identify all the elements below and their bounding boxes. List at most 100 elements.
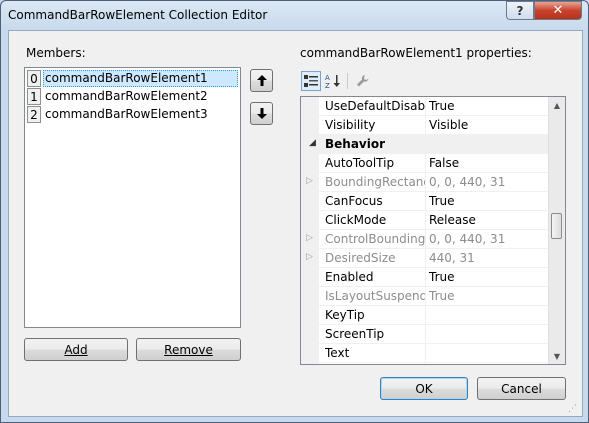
- property-name: Enabled: [325, 268, 426, 287]
- arrow-up-icon: [256, 75, 267, 86]
- triangle-down-icon: ▼: [553, 351, 561, 361]
- remove-button-label: Remove: [164, 342, 213, 357]
- property-row[interactable]: Text: [301, 344, 548, 363]
- property-pages-icon: [357, 75, 369, 87]
- property-value[interactable]: True: [429, 97, 455, 116]
- ok-button-label: OK: [415, 381, 433, 396]
- row-gutter: [301, 192, 319, 211]
- property-value[interactable]: 440, 31: [429, 249, 475, 268]
- collapse-triangle-icon[interactable]: ◢: [309, 138, 316, 148]
- move-up-button[interactable]: [250, 69, 273, 92]
- property-row[interactable]: ScreenTip: [301, 325, 548, 344]
- categorized-icon: [304, 75, 318, 87]
- toolbar-separator: [347, 73, 348, 89]
- remove-button[interactable]: Remove: [136, 338, 241, 361]
- property-value[interactable]: 0, 0, 440, 31: [429, 173, 505, 192]
- property-row[interactable]: ▷ ControlBoundingRectangle0, 0, 440, 31: [301, 230, 548, 249]
- member-index: 1: [27, 88, 41, 105]
- resize-grip-icon[interactable]: ⋰: [568, 404, 577, 414]
- cancel-button-label: Cancel: [501, 381, 542, 396]
- property-value[interactable]: Horizontal: [429, 363, 490, 364]
- property-category[interactable]: ◢ Behavior: [301, 135, 548, 154]
- property-name: AutoToolTip: [325, 154, 426, 173]
- property-name: Text: [325, 344, 426, 363]
- add-button-label: Add: [64, 342, 88, 357]
- move-down-button[interactable]: [250, 102, 273, 125]
- property-row[interactable]: KeyTip: [301, 306, 548, 325]
- member-name: commandBarRowElement3: [45, 107, 208, 121]
- alphabetical-button[interactable]: A Z: [323, 71, 343, 91]
- row-gutter: [301, 363, 319, 364]
- list-item[interactable]: 2 commandBarRowElement3: [27, 106, 209, 123]
- property-row[interactable]: ▷ BoundingRectangle0, 0, 440, 31: [301, 173, 548, 192]
- member-index: 0: [27, 70, 41, 87]
- property-value[interactable]: True: [429, 192, 455, 211]
- alphabetical-icon: A Z: [325, 74, 340, 88]
- property-row[interactable]: Enabled True: [301, 268, 548, 287]
- triangle-up-icon: ▲: [553, 100, 561, 110]
- property-row[interactable]: ClickMode Release: [301, 211, 548, 230]
- help-icon: ?: [516, 3, 524, 18]
- scroll-thumb[interactable]: [551, 213, 562, 239]
- property-grid[interactable]: UseDefaultDisabledPaintTrueVisibilityVis…: [300, 96, 566, 365]
- expand-triangle-icon[interactable]: ▷: [306, 176, 313, 186]
- svg-text:A: A: [325, 74, 330, 82]
- property-value[interactable]: Release: [429, 211, 476, 230]
- expand-triangle-icon[interactable]: ▷: [306, 233, 313, 243]
- property-name: TextOrientation: [325, 363, 426, 364]
- row-gutter: [301, 154, 319, 173]
- ok-button[interactable]: OK: [380, 377, 468, 400]
- property-row[interactable]: Visibility Visible: [301, 116, 548, 135]
- member-index: 2: [27, 106, 41, 123]
- close-icon: ✕: [552, 3, 564, 18]
- row-gutter: [301, 211, 319, 230]
- window-title: CommandBarRowElement Collection Editor: [8, 8, 268, 22]
- property-name: UseDefaultDisabledPaint: [325, 97, 426, 116]
- svg-text:Z: Z: [325, 82, 330, 88]
- property-name: DesiredSize: [325, 249, 426, 268]
- close-button[interactable]: ✕: [534, 1, 582, 20]
- property-value[interactable]: True: [429, 268, 455, 287]
- row-gutter: [301, 306, 319, 325]
- property-grid-scrollbar[interactable]: ▲ ▼: [548, 97, 565, 364]
- property-name: IsLayoutSuspended: [325, 287, 426, 306]
- properties-label: commandBarRowElement1 properties:: [300, 46, 532, 60]
- row-gutter: [301, 287, 319, 306]
- cancel-button[interactable]: Cancel: [477, 377, 566, 400]
- property-row[interactable]: TextOrientationHorizontal: [301, 363, 548, 364]
- row-gutter: [301, 116, 319, 135]
- scroll-down-button[interactable]: ▼: [549, 348, 565, 364]
- add-button[interactable]: Add: [24, 338, 128, 361]
- expand-triangle-icon[interactable]: ▷: [306, 252, 313, 262]
- property-value[interactable]: Visible: [429, 116, 468, 135]
- property-name: BoundingRectangle: [325, 173, 426, 192]
- row-gutter: [301, 97, 319, 116]
- property-name: Behavior: [325, 137, 386, 151]
- help-button[interactable]: ?: [506, 1, 534, 20]
- property-row[interactable]: IsLayoutSuspendedTrue: [301, 287, 548, 306]
- property-name: ClickMode: [325, 211, 426, 230]
- member-name: commandBarRowElement2: [45, 89, 208, 103]
- property-value[interactable]: 0, 0, 440, 31: [429, 230, 505, 249]
- property-row[interactable]: AutoToolTip False: [301, 154, 548, 173]
- scroll-up-button[interactable]: ▲: [549, 97, 565, 113]
- property-value[interactable]: True: [429, 287, 455, 306]
- property-name: Visibility: [325, 116, 426, 135]
- list-item[interactable]: 0 commandBarRowElement1: [27, 70, 238, 87]
- property-name: ControlBoundingRectangle: [325, 230, 426, 249]
- property-row[interactable]: ▷ DesiredSize 440, 31: [301, 249, 548, 268]
- property-name: CanFocus: [325, 192, 426, 211]
- member-name: commandBarRowElement1: [43, 70, 238, 87]
- property-row[interactable]: CanFocus True: [301, 192, 548, 211]
- members-list[interactable]: 0 commandBarRowElement1 1 commandBarRowElem…: [24, 67, 241, 328]
- property-name: ScreenTip: [325, 325, 426, 344]
- members-label: Members:: [26, 46, 86, 60]
- row-gutter: [301, 268, 319, 287]
- property-value[interactable]: False: [429, 154, 459, 173]
- arrow-down-icon: [256, 108, 267, 119]
- property-row[interactable]: UseDefaultDisabledPaintTrue: [301, 97, 548, 116]
- categorized-button[interactable]: [301, 71, 321, 91]
- list-item[interactable]: 1 commandBarRowElement2: [27, 88, 209, 105]
- property-pages-button[interactable]: [353, 71, 373, 91]
- dialog-client-area: Members: 0 commandBarRowElement1 1 commandB…: [8, 30, 583, 417]
